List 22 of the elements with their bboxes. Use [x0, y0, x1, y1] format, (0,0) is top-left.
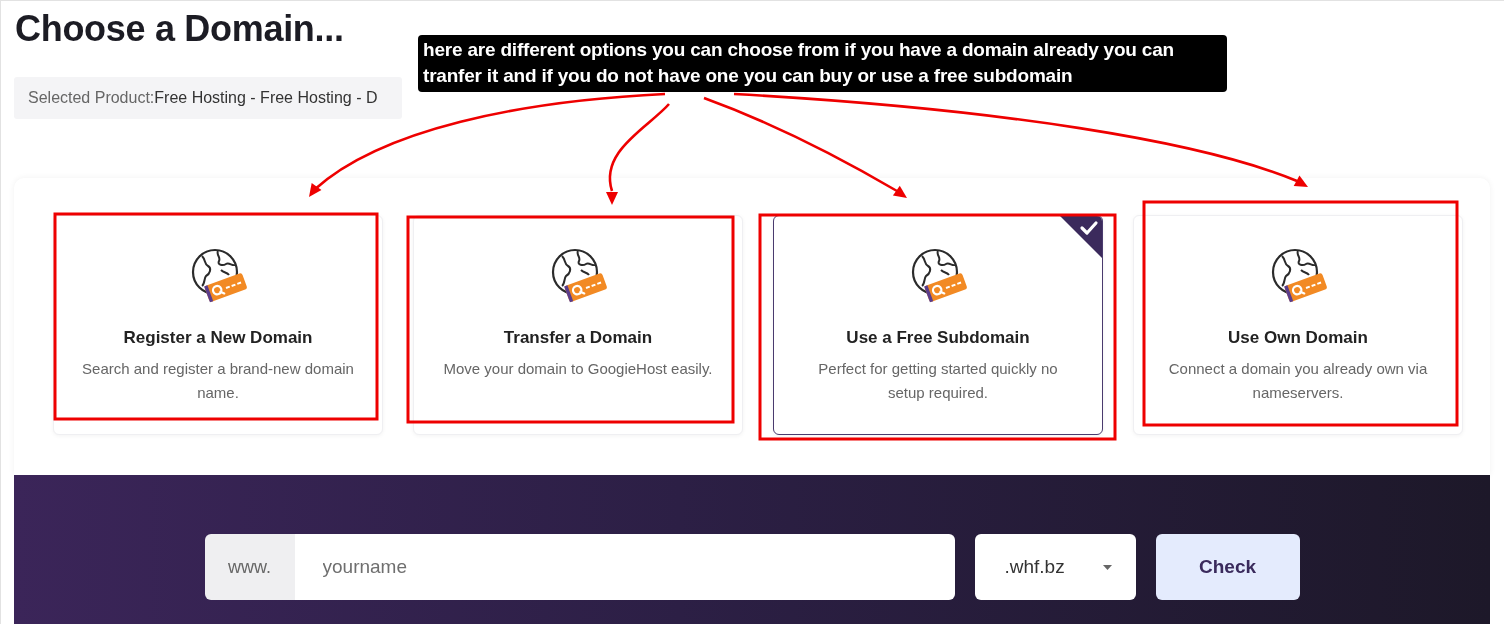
domain-option-card[interactable]: Register a New Domain Search and register a brand-new domain name. — [53, 215, 383, 435]
option-description: Perfect for getting started quickly no setup required. — [817, 359, 1059, 403]
domain-option-card[interactable]: Use Own Domain Connect a domain you already own via nameservers. — [1133, 215, 1463, 435]
option-title: Register a New Domain — [123, 327, 313, 349]
option-title: Use Own Domain — [1228, 327, 1368, 349]
selected-product-name: Free Hosting - Free Hosting - D — [154, 89, 378, 107]
check-button[interactable]: Check — [1155, 534, 1300, 600]
domain-name-field[interactable]: yourname — [294, 534, 955, 600]
check-icon — [1060, 216, 1102, 258]
option-title: Transfer a Domain — [503, 327, 653, 349]
option-description: Move your domain to GoogieHost easily. — [443, 359, 713, 379]
option-title: Use a Free Subdomain — [846, 327, 1030, 349]
domain-option-card[interactable]: Transfer a Domain Move your domain to GoogieHost easily. — [413, 215, 743, 435]
option-description: Connect a domain you already own via nameservers. — [1167, 359, 1429, 403]
option-description: Search and register a brand-new domain name. — [81, 359, 355, 403]
caret-icon — [1102, 564, 1112, 570]
www-prefix: www. — [204, 534, 295, 600]
annotation-note: here are different options you can choose from if you have a domain already you can tranfer it and if you do not have one you can buy or use a free subdomain — [418, 35, 1227, 92]
selected-product-label: Selected Product: — [28, 89, 155, 107]
extension-dropdown[interactable]: .whf.bz — [974, 534, 1136, 600]
page-title: Choose a Domain... — [15, 7, 344, 50]
domain-option-card[interactable]: Use a Free Subdomain Perfect for getting started quickly no setup required. — [773, 215, 1103, 435]
